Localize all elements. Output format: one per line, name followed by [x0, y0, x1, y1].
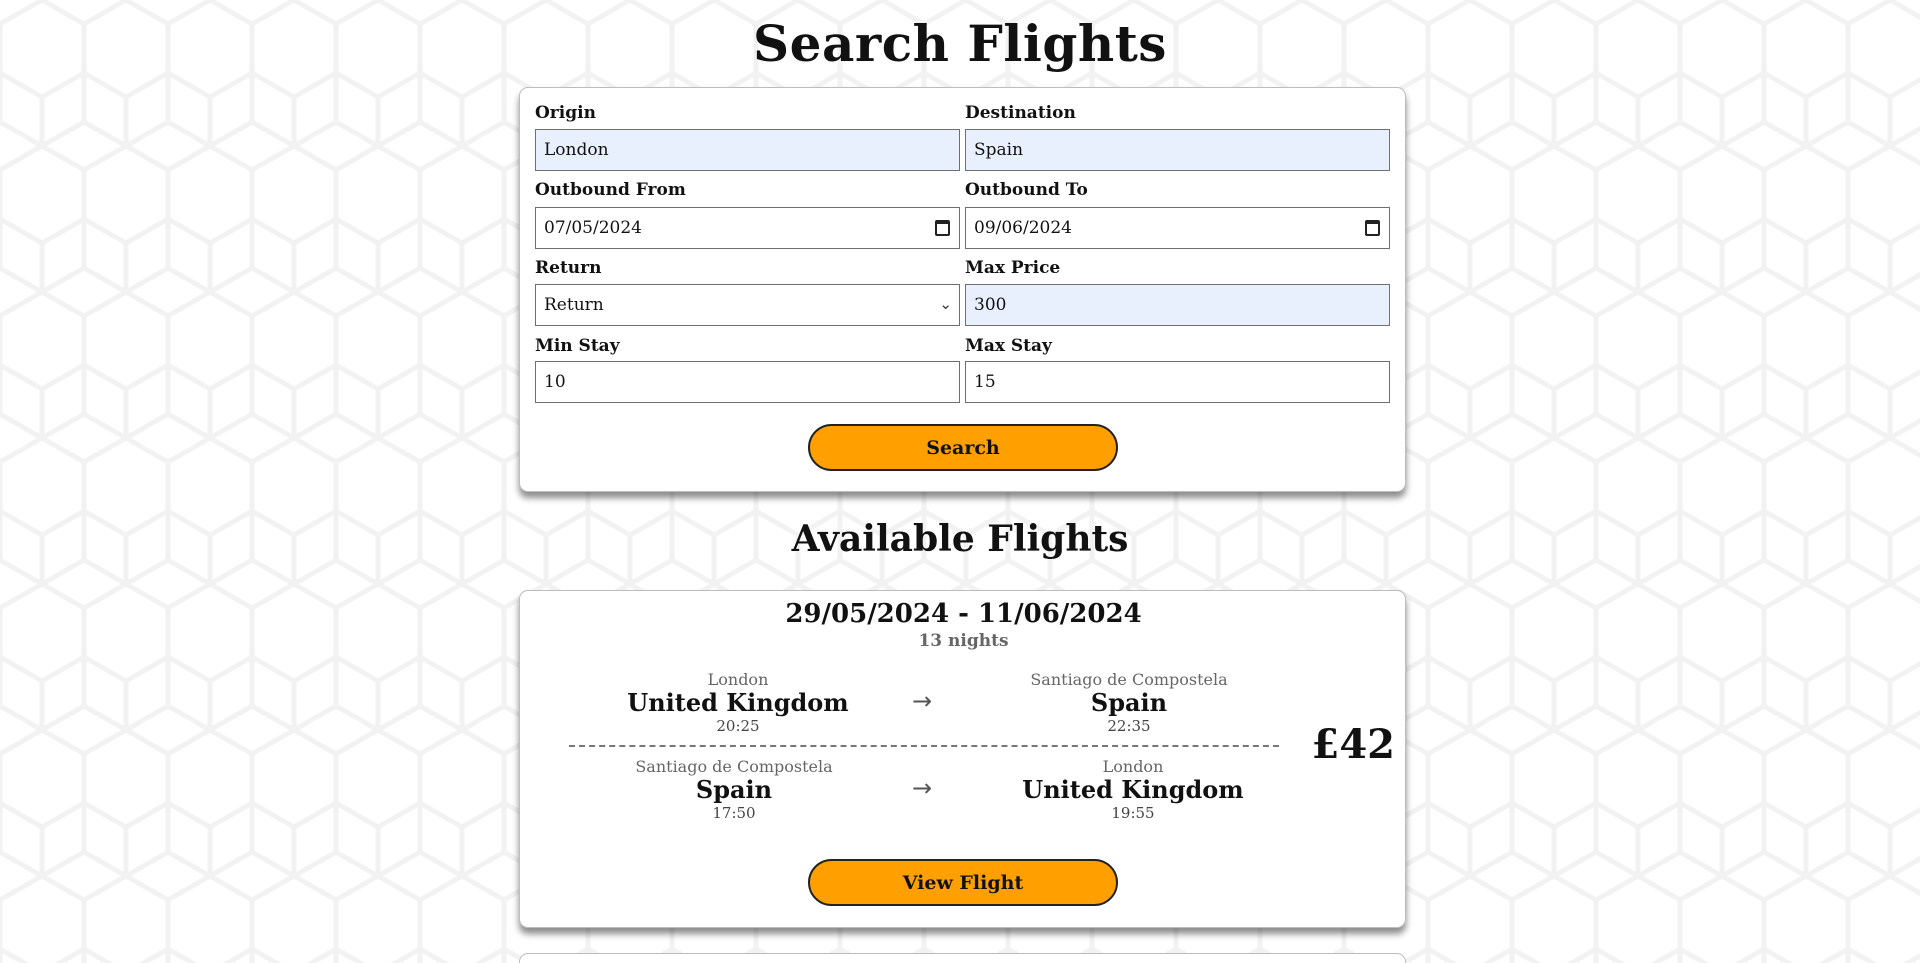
return-value: Return	[544, 295, 604, 315]
outbound-from-value: 07/05/2024	[544, 218, 642, 238]
inbound-to-city: London	[1102, 757, 1164, 776]
results-title: Available Flights	[791, 518, 1129, 560]
max-price-input[interactable]: 300	[965, 284, 1390, 326]
chevron-down-icon: ⌄	[939, 295, 952, 313]
inbound-to-time: 19:55	[1111, 804, 1155, 822]
origin-label: Origin	[535, 103, 596, 123]
origin-value: London	[544, 140, 609, 160]
search-form: Origin London Destination Spain Outbound…	[519, 87, 1406, 492]
max-stay-value: 15	[974, 372, 996, 392]
min-stay-label: Min Stay	[535, 336, 620, 356]
outbound-from-label: Outbound From	[535, 180, 686, 200]
return-label: Return	[535, 258, 602, 278]
outbound-to-value: 09/06/2024	[974, 218, 1072, 238]
inbound-from-country: Spain	[695, 775, 773, 804]
arrow-right-icon: →	[912, 774, 933, 802]
destination-value: Spain	[974, 140, 1024, 160]
outbound-to-input[interactable]: 09/06/2024	[965, 207, 1390, 249]
outbound-from-city: London	[707, 670, 769, 689]
outbound-from-time: 20:25	[716, 717, 760, 735]
leg-divider	[569, 745, 1279, 747]
max-price-label: Max Price	[965, 258, 1061, 278]
inbound-from-time: 17:50	[712, 804, 756, 822]
destination-input[interactable]: Spain	[965, 129, 1390, 171]
outbound-from-country: United Kingdom	[627, 688, 849, 717]
inbound-to-country: United Kingdom	[1022, 775, 1244, 804]
calendar-icon[interactable]	[1365, 220, 1380, 236]
calendar-icon[interactable]	[935, 220, 950, 236]
flight-dates: 29/05/2024 - 11/06/2024	[785, 599, 1142, 629]
min-stay-value: 10	[544, 372, 566, 392]
outbound-to-time: 22:35	[1107, 717, 1151, 735]
origin-input[interactable]: London	[535, 129, 960, 171]
page-title: Search Flights	[753, 14, 1167, 73]
arrow-right-icon: →	[912, 687, 933, 715]
min-stay-input[interactable]: 10	[535, 361, 960, 403]
flight-nights: 13 nights	[918, 631, 1009, 651]
outbound-to-label: Outbound To	[965, 180, 1088, 200]
outbound-to-country: Spain	[1090, 688, 1168, 717]
search-button[interactable]: Search	[808, 424, 1118, 471]
return-select[interactable]: Return ⌄	[535, 284, 960, 326]
max-stay-input[interactable]: 15	[965, 361, 1390, 403]
page: Search Flights Origin London Destination…	[0, 0, 1920, 963]
view-flight-button[interactable]: View Flight	[808, 859, 1118, 906]
max-price-value: 300	[974, 295, 1007, 315]
outbound-from-input[interactable]: 07/05/2024	[535, 207, 960, 249]
destination-label: Destination	[965, 103, 1076, 123]
max-stay-label: Max Stay	[965, 336, 1052, 356]
outbound-to-city: Santiago de Compostela	[1030, 670, 1228, 689]
inbound-from-city: Santiago de Compostela	[635, 757, 833, 776]
flight-card: 29/05/2024 - 11/06/2024 13 nights London…	[519, 590, 1406, 928]
flight-price: £42	[1311, 721, 1396, 768]
flight-card	[519, 953, 1406, 963]
